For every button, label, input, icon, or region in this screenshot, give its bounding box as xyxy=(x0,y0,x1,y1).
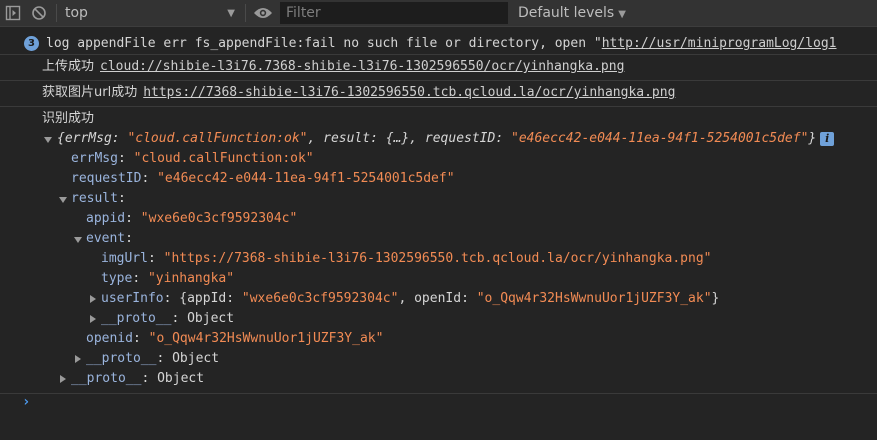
property-type: type: "yinhangka" xyxy=(101,271,235,286)
console-message-upload: 上传成功 cloud://shibie-l3i76.7368-shibie-l3i… xyxy=(0,55,877,81)
property-requestid: requestID: "e46ecc42-e044-11ea-94f1-5254… xyxy=(71,171,455,186)
property-result[interactable]: result: xyxy=(71,189,126,209)
console-message-log-error: 3 log appendFile err fs_appendFile:fail … xyxy=(0,27,877,55)
message-link[interactable]: https://7368-shibie-l3i76-1302596550.tcb… xyxy=(143,85,675,100)
console-message-result: 识别成功 {errMsg: "cloud.callFunction:ok", r… xyxy=(0,107,877,394)
console-messages: 3 log appendFile err fs_appendFile:fail … xyxy=(0,27,877,394)
levels-label: Default levels xyxy=(518,5,615,21)
toolbar-divider xyxy=(56,4,57,22)
toggle-sidebar-button[interactable] xyxy=(0,0,26,26)
live-expression-button[interactable] xyxy=(250,0,276,26)
expand-toggle-icon[interactable] xyxy=(90,315,96,323)
property-event[interactable]: event: xyxy=(86,229,133,249)
message-link[interactable]: http://usr/miniprogramLog/log1 xyxy=(602,36,837,51)
repeat-count-badge: 3 xyxy=(24,36,39,51)
message-link[interactable]: cloud://shibie-l3i76.7368-shibie-l3i76-1… xyxy=(100,59,624,74)
property-openid: openid: "o_Qqw4r32HsWwnuUor1jUZF3Y_ak" xyxy=(86,331,384,346)
sidebar-toggle-icon xyxy=(5,5,21,21)
expand-toggle-icon[interactable] xyxy=(44,137,52,143)
property-appid: appid: "wxe6e0c3cf9592304c" xyxy=(86,211,298,226)
eye-icon xyxy=(254,8,272,18)
message-label: 识别成功 xyxy=(42,111,95,126)
clear-console-button[interactable] xyxy=(26,0,52,26)
property-proto[interactable]: __proto__: Object xyxy=(71,369,204,389)
log-levels-dropdown[interactable]: Default levels ▼ xyxy=(518,5,626,21)
dropdown-arrow-icon: ▼ xyxy=(227,7,235,19)
toolbar-divider xyxy=(245,4,246,22)
filter-field[interactable] xyxy=(280,2,508,24)
property-imgurl: imgUrl: "https://7368-shibie-l3i76-13025… xyxy=(101,251,712,266)
filter-input[interactable] xyxy=(280,4,508,22)
property-userinfo[interactable]: userInfo: {appId: "wxe6e0c3cf9592304c", … xyxy=(101,289,719,309)
console-prompt-icon[interactable]: › xyxy=(22,394,30,410)
property-proto[interactable]: __proto__: Object xyxy=(86,349,219,369)
message-label: 上传成功 xyxy=(42,59,95,74)
object-summary[interactable]: {errMsg: "cloud.callFunction:ok", result… xyxy=(57,129,835,149)
expand-toggle-icon[interactable] xyxy=(90,295,96,303)
context-selector[interactable]: top ▼ xyxy=(61,2,241,24)
property-errmsg: errMsg: "cloud.callFunction:ok" xyxy=(71,151,314,166)
message-label: 获取图片url成功 xyxy=(42,85,138,100)
console-message-url: 获取图片url成功 https://7368-shibie-l3i76-13025… xyxy=(0,81,877,107)
context-label: top xyxy=(65,5,88,21)
property-proto[interactable]: __proto__: Object xyxy=(101,309,234,329)
message-text: log appendFile err fs_appendFile:fail no… xyxy=(46,36,602,51)
expand-toggle-icon[interactable] xyxy=(59,197,67,203)
clear-icon xyxy=(32,6,46,20)
expand-toggle-icon[interactable] xyxy=(75,355,81,363)
console-toolbar: top ▼ Default levels▼ xyxy=(0,0,877,27)
expand-toggle-icon[interactable] xyxy=(74,237,82,243)
info-icon[interactable]: i xyxy=(820,131,835,146)
dropdown-arrow-icon: ▼ xyxy=(618,9,626,20)
expand-toggle-icon[interactable] xyxy=(60,375,66,383)
